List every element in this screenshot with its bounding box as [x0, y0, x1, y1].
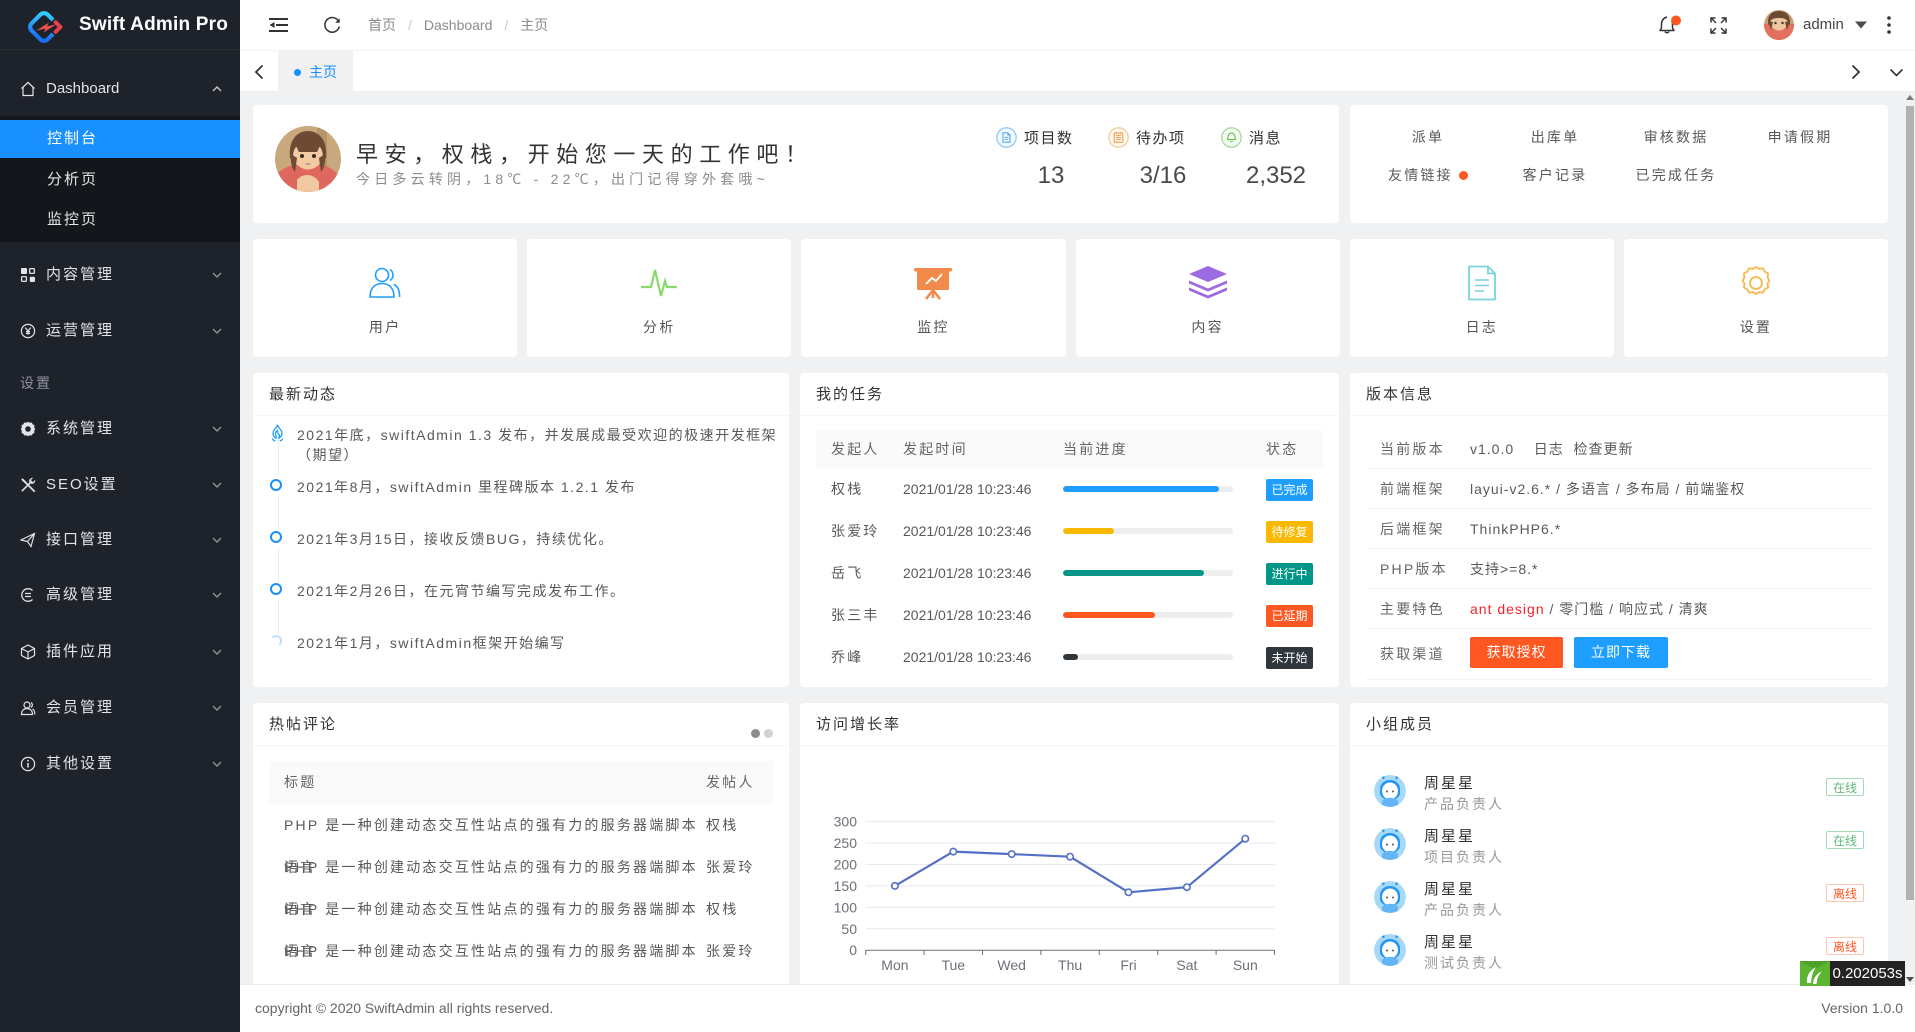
svg-text:Sun: Sun: [1233, 957, 1258, 973]
svg-text:300: 300: [834, 814, 858, 830]
svg-text:Tue: Tue: [941, 957, 965, 973]
svg-text:0: 0: [849, 942, 857, 958]
svg-text:100: 100: [834, 899, 858, 915]
svg-text:200: 200: [834, 856, 858, 872]
svg-text:Sat: Sat: [1176, 957, 1197, 973]
svg-text:50: 50: [841, 921, 857, 937]
svg-text:Thu: Thu: [1058, 957, 1082, 973]
svg-text:Wed: Wed: [997, 957, 1026, 973]
svg-text:150: 150: [834, 878, 858, 894]
svg-text:250: 250: [834, 835, 858, 851]
svg-text:Fri: Fri: [1120, 957, 1136, 973]
svg-text:Mon: Mon: [881, 957, 908, 973]
